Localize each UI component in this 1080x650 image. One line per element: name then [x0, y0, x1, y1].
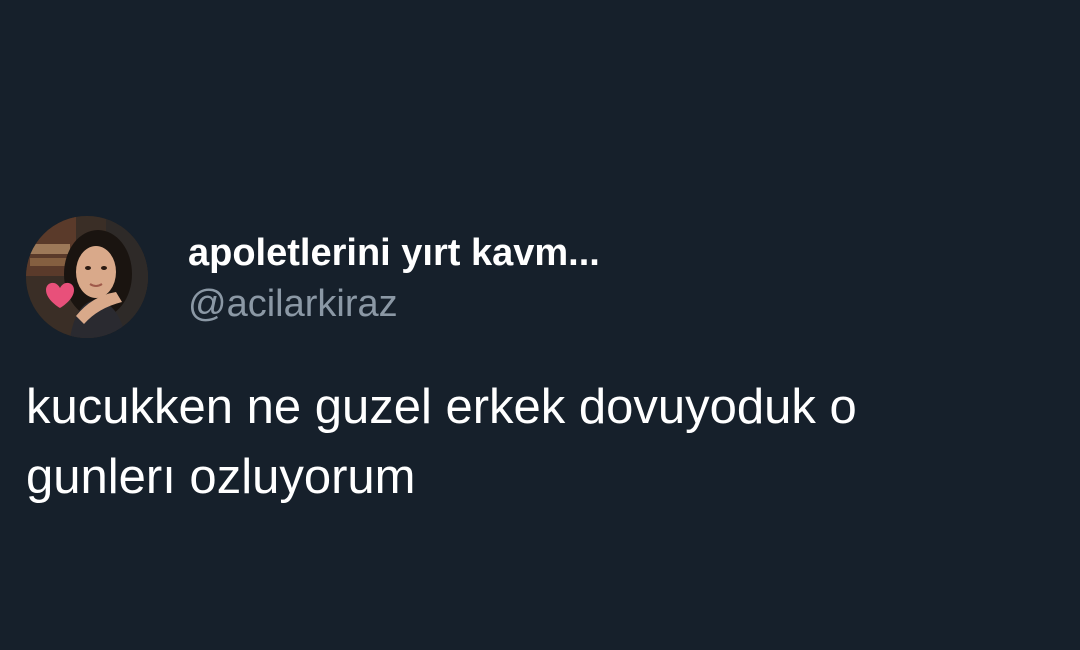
tweet-text-line-2: gunlerı ozluyorum — [26, 450, 416, 504]
tweet-text-line-1: kucukken ne guzel erkek dovuyoduk o — [26, 380, 857, 434]
profile-photo-icon — [26, 216, 148, 338]
avatar[interactable] — [26, 216, 148, 338]
tweet-header: apoletlerini yırt kavm... @acilarkiraz — [26, 216, 600, 338]
author-display-name[interactable]: apoletlerini yırt kavm... — [188, 231, 600, 275]
tweet-card: apoletlerini yırt kavm... @acilarkiraz k… — [0, 0, 1080, 650]
tweet-text: kucukken ne guzel erkek dovuyoduk o gunl… — [26, 372, 1036, 512]
author-names: apoletlerini yırt kavm... @acilarkiraz — [188, 227, 600, 327]
author-handle[interactable]: @acilarkiraz — [188, 281, 600, 327]
